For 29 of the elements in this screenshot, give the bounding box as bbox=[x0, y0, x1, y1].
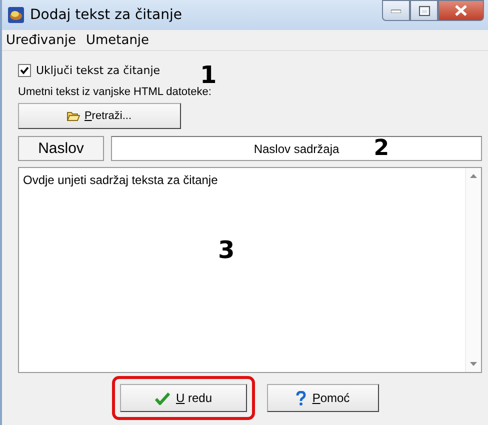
annotation-number: 3 bbox=[218, 238, 235, 262]
close-icon bbox=[455, 5, 467, 16]
help-button[interactable]: Pomoć bbox=[267, 384, 379, 412]
close-button[interactable] bbox=[438, 0, 484, 21]
content-area[interactable]: Ovdje unjeti sadržaj teksta za čitanje 3 bbox=[18, 167, 482, 373]
question-mark-icon bbox=[296, 390, 306, 406]
title-field[interactable]: Naslov sadržaja 2 bbox=[111, 136, 482, 161]
menu-item[interactable]: Uređivanje bbox=[6, 32, 76, 48]
browse-button[interactable]: Pretraži... bbox=[18, 103, 181, 129]
scroll-up-icon[interactable] bbox=[470, 174, 477, 178]
minimize-icon bbox=[391, 8, 401, 12]
checkmark-icon bbox=[154, 392, 170, 404]
maximize-button[interactable] bbox=[410, 0, 438, 21]
scroll-down-icon[interactable] bbox=[470, 362, 477, 366]
content-text: Ovdje unjeti sadržaj teksta za čitanje bbox=[22, 172, 219, 189]
scrollbar[interactable] bbox=[465, 168, 481, 372]
app-icon bbox=[8, 7, 24, 23]
ok-button[interactable]: U redu bbox=[120, 384, 247, 412]
folder-icon bbox=[67, 111, 80, 121]
menu-item[interactable]: Umetanje bbox=[86, 32, 150, 48]
annotation-number: 1 bbox=[200, 63, 217, 87]
title-label: Naslov bbox=[18, 136, 104, 161]
annotation-number: 2 bbox=[374, 138, 389, 160]
checkbox-label: Uključi tekst za čitanje bbox=[36, 64, 160, 76]
minimize-button[interactable] bbox=[382, 0, 410, 21]
import-label: Umetni tekst iz vanjske HTML datoteke: bbox=[18, 85, 212, 100]
window-title: Dodaj tekst za čitanje bbox=[30, 7, 184, 23]
maximize-icon bbox=[418, 6, 430, 16]
checkbox[interactable] bbox=[18, 64, 31, 76]
